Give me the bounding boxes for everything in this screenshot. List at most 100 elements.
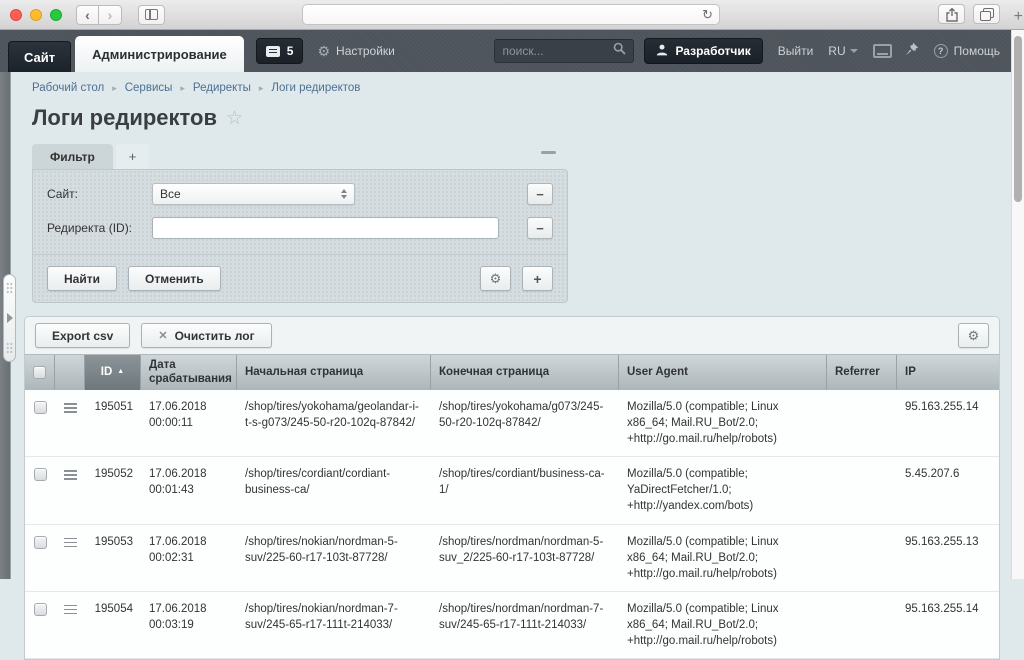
row-menu-icon[interactable]: [64, 603, 77, 615]
settings-button[interactable]: ⚙ Настройки: [317, 44, 394, 58]
cell-end-page: /shop/tires/nordman/nordman-7-suv/245-65…: [431, 592, 619, 658]
column-header-user-agent[interactable]: User Agent: [619, 355, 827, 390]
site-filter-select[interactable]: Все: [152, 183, 355, 205]
search-icon: [613, 42, 626, 60]
collapse-filter-button[interactable]: [541, 151, 556, 154]
cell-referrer: [827, 457, 897, 523]
add-filter-field-button[interactable]: +: [522, 266, 553, 291]
column-header-referrer[interactable]: Referrer: [827, 355, 897, 390]
remove-redirect-id-filter-button[interactable]: −: [527, 217, 553, 239]
breadcrumb-item-desktop[interactable]: Рабочий стол: [32, 82, 104, 94]
filter-tab[interactable]: Фильтр: [32, 144, 113, 169]
user-menu-button[interactable]: Разработчик: [644, 38, 762, 64]
close-icon: ✕: [158, 329, 167, 342]
cell-start-page: /shop/tires/yokohama/geolandar-i-t-s-g07…: [237, 390, 431, 456]
row-menu-icon[interactable]: [64, 536, 77, 548]
cell-ip: 95.163.255.13: [897, 525, 999, 591]
row-menu-icon[interactable]: [64, 401, 77, 413]
cell-user-agent: Mozilla/5.0 (compatible; YaDirectFetcher…: [619, 457, 827, 523]
column-header-from[interactable]: Начальная страница: [237, 355, 431, 390]
row-checkbox[interactable]: [34, 603, 47, 616]
tab-administration[interactable]: Администрирование: [75, 36, 244, 72]
cell-user-agent: Mozilla/5.0 (compatible; Linux x86_64; M…: [619, 592, 827, 658]
cell-date: 17.06.201800:01:43: [141, 457, 237, 523]
left-menu-expander[interactable]: [3, 274, 16, 362]
share-icon: [945, 8, 959, 21]
sidebar-toggle-button[interactable]: [138, 5, 165, 25]
cell-date: 17.06.201800:00:11: [141, 390, 237, 456]
logout-link[interactable]: Выйти: [778, 44, 814, 58]
breadcrumb-separator-icon: ▸: [112, 83, 117, 94]
back-icon: ‹: [85, 8, 90, 22]
keyboard-icon[interactable]: [873, 44, 892, 58]
browser-back-button[interactable]: ‹: [76, 5, 99, 25]
cell-id: 195052: [85, 457, 141, 523]
browser-forward-button[interactable]: ›: [99, 5, 122, 25]
close-window-button[interactable]: [10, 9, 22, 21]
cell-start-page: /shop/tires/cordiant/cordiant-business-c…: [237, 457, 431, 523]
grid-settings-button[interactable]: ⚙: [958, 323, 989, 348]
cell-start-page: /shop/tires/nokian/nordman-7-suv/245-65-…: [237, 592, 431, 658]
row-menu-icon[interactable]: [64, 468, 77, 480]
new-tab-button[interactable]: +: [1014, 8, 1023, 26]
column-header-to[interactable]: Конечная страница: [431, 355, 619, 390]
plus-icon: +: [533, 271, 541, 287]
sort-asc-icon: ▲: [117, 368, 124, 376]
gear-icon: ⚙: [968, 328, 980, 344]
select-all-checkbox[interactable]: [25, 355, 55, 390]
help-button[interactable]: ? Помощь: [934, 44, 1000, 58]
column-header-date[interactable]: Дата срабатывания: [141, 355, 237, 390]
redirect-id-input[interactable]: [152, 217, 499, 239]
cell-user-agent: Mozilla/5.0 (compatible; Linux x86_64; M…: [619, 390, 827, 456]
cancel-button[interactable]: Отменить: [128, 266, 221, 291]
help-icon: ?: [934, 44, 948, 58]
minimize-window-button[interactable]: [30, 9, 42, 21]
cell-end-page: /shop/tires/yokohama/g073/245-50-r20-102…: [431, 390, 619, 456]
cell-end-page: /shop/tires/nordman/nordman-5-suv_2/225-…: [431, 525, 619, 591]
cell-ip: 5.45.207.6: [897, 457, 999, 523]
row-checkbox[interactable]: [34, 401, 47, 414]
column-header-id[interactable]: ID ▲: [85, 355, 141, 390]
clear-log-button[interactable]: ✕ Очистить лог: [141, 323, 271, 348]
remove-site-filter-button[interactable]: −: [527, 183, 553, 205]
site-filter-label: Сайт:: [47, 187, 152, 201]
scrollbar-thumb[interactable]: [1014, 36, 1022, 202]
page-scrollbar[interactable]: [1011, 30, 1024, 579]
page-title: Логи редиректов: [32, 105, 217, 131]
breadcrumb-item-redirects[interactable]: Редиректы: [193, 82, 251, 94]
export-csv-button[interactable]: Export csv: [35, 323, 130, 348]
grip-dots-icon: [6, 282, 13, 294]
cell-ip: 95.163.255.14: [897, 390, 999, 456]
row-checkbox[interactable]: [34, 468, 47, 481]
cell-id: 195054: [85, 592, 141, 658]
cell-referrer: [827, 525, 897, 591]
gear-icon: ⚙: [490, 271, 502, 287]
pin-icon[interactable]: [905, 42, 919, 61]
filter-settings-button[interactable]: ⚙: [480, 266, 511, 291]
cell-date: 17.06.201800:02:31: [141, 525, 237, 591]
favorite-star-icon[interactable]: ☆: [226, 107, 243, 130]
search-input[interactable]: [502, 44, 613, 58]
show-tabs-button[interactable]: [973, 4, 1000, 24]
admin-content: Рабочий стол ▸ Сервисы ▸ Редиректы ▸ Лог…: [0, 72, 1024, 579]
breadcrumb-separator-icon: ▸: [180, 83, 185, 94]
filter-block: Фильтр + Сайт: Все − Редиректа (ID):: [32, 144, 568, 303]
user-icon: [656, 44, 668, 59]
row-checkbox[interactable]: [34, 536, 47, 549]
reload-icon[interactable]: ↻: [702, 8, 713, 21]
column-header-ip[interactable]: IP: [897, 355, 999, 390]
zoom-window-button[interactable]: [50, 9, 62, 21]
notifications-button[interactable]: 5: [256, 38, 304, 64]
notifications-count: 5: [287, 44, 294, 58]
breadcrumb-item-redirect-logs[interactable]: Логи редиректов: [271, 82, 360, 94]
address-bar[interactable]: ↻: [302, 4, 720, 25]
add-filter-tab-button[interactable]: +: [116, 144, 150, 169]
share-button[interactable]: [938, 4, 965, 24]
language-selector[interactable]: RU: [828, 44, 857, 58]
cell-id: 195053: [85, 525, 141, 591]
breadcrumb-item-services[interactable]: Сервисы: [125, 82, 173, 94]
tab-site[interactable]: Сайт: [8, 41, 71, 72]
grip-dots-icon: [6, 342, 13, 354]
sidebar-icon: [145, 9, 158, 20]
find-button[interactable]: Найти: [47, 266, 117, 291]
